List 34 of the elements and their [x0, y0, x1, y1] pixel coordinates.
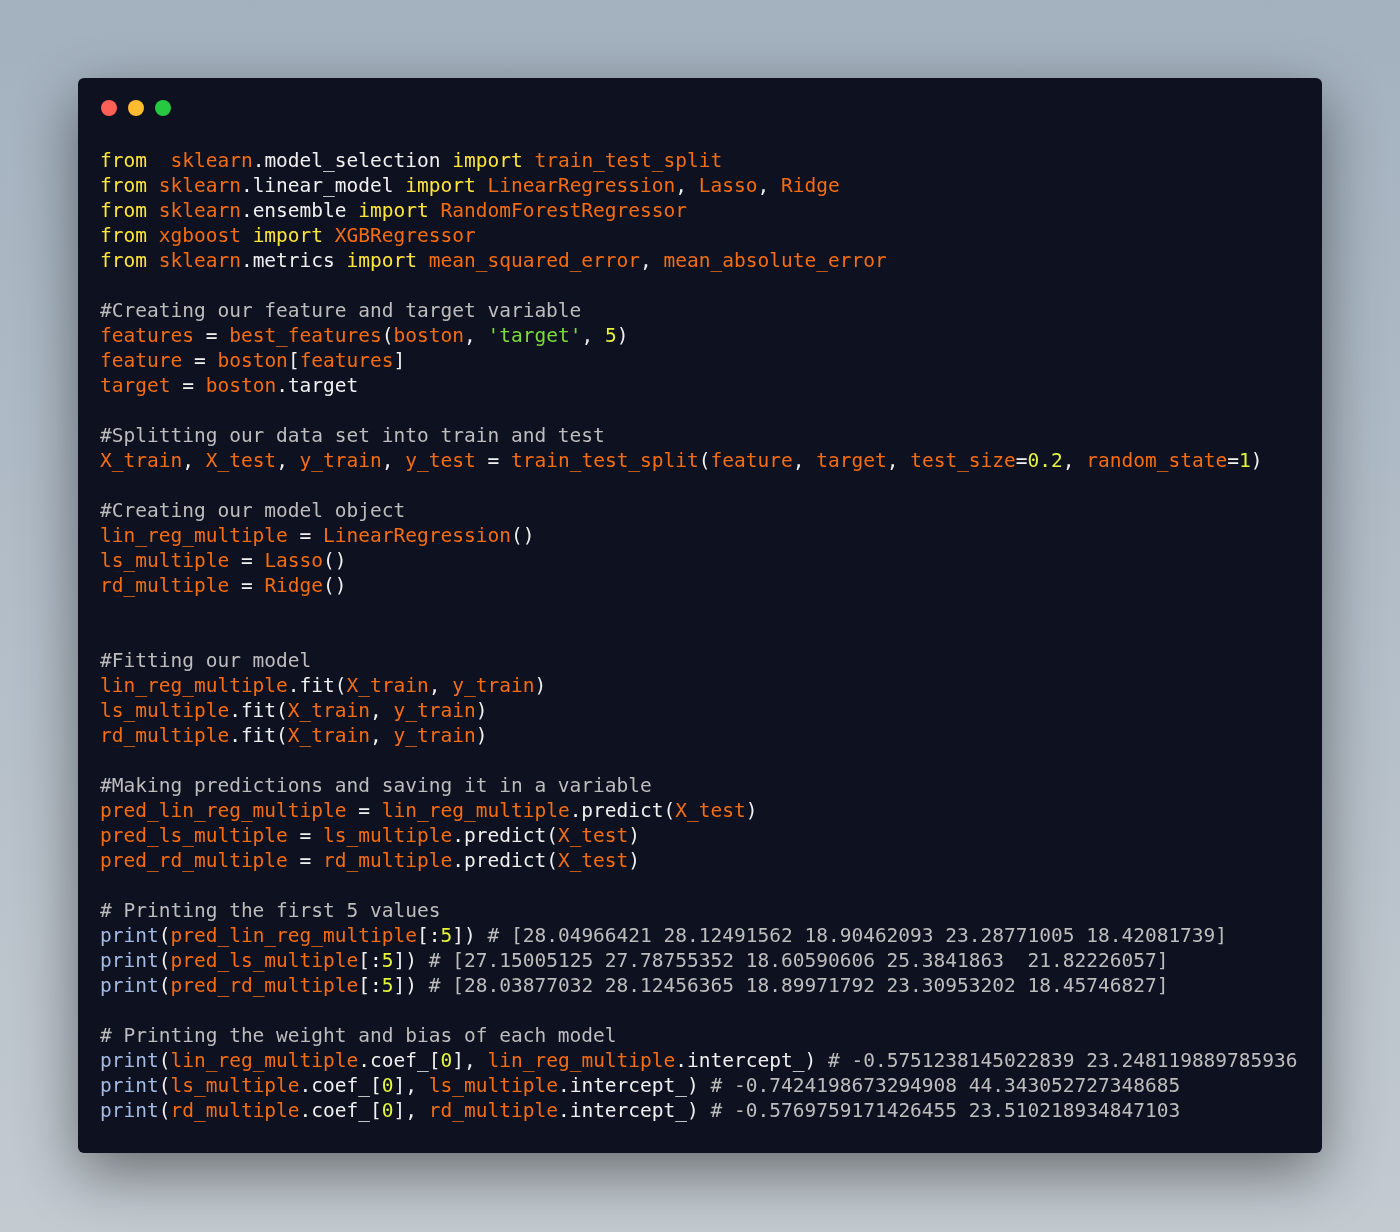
code-line: print(lin_reg_multiple.coef_[0], lin_reg_multiple.intercept_) # -0.5751238145022839 23.248119889785936	[100, 1049, 1298, 1072]
code-line: pred_lin_reg_multiple = lin_reg_multiple.predict(X_test)	[100, 799, 758, 822]
code-comment: #Making predictions and saving it in a variable	[100, 774, 652, 797]
code-line: from sklearn.ensemble import RandomForestRegressor	[100, 199, 688, 222]
code-line: from sklearn.model_selection import train_test_split	[100, 149, 723, 172]
code-comment: #Fitting our model	[100, 649, 312, 672]
code-line: ls_multiple = Lasso()	[100, 549, 347, 572]
code-comment: #Creating our feature and target variable	[100, 299, 582, 322]
maximize-button[interactable]	[155, 100, 171, 116]
code-line: print(rd_multiple.coef_[0], rd_multiple.intercept_) # -0.5769759171426455 23.510218934847103	[100, 1099, 1181, 1122]
code-line: from xgboost import XGBRegressor	[100, 224, 476, 247]
code-line: feature = boston[features]	[100, 349, 406, 372]
code-comment: # Printing the weight and bias of each model	[100, 1024, 617, 1047]
code-line: target = boston.target	[100, 374, 359, 397]
code-comment: # Printing the first 5 values	[100, 899, 441, 922]
minimize-button[interactable]	[128, 100, 144, 116]
code-line: rd_multiple.fit(X_train, y_train)	[100, 724, 488, 747]
code-line: from sklearn.metrics import mean_squared_error, mean_absolute_error	[100, 249, 887, 272]
code-line: ls_multiple.fit(X_train, y_train)	[100, 699, 488, 722]
code-line: features = best_features(boston, 'target', 5)	[100, 324, 629, 347]
code-line: lin_reg_multiple.fit(X_train, y_train)	[100, 674, 547, 697]
code-comment: #Creating our model object	[100, 499, 406, 522]
code-line: X_train, X_test, y_train, y_test = train_test_split(feature, target, test_size=0.2, random_state=1)	[100, 449, 1263, 472]
code-comment: #Splitting our data set into train and test	[100, 424, 605, 447]
close-button[interactable]	[101, 100, 117, 116]
code-line: print(pred_ls_multiple[:5]) # [27.15005125 27.78755352 18.60590606 25.3841863 21.82226057]	[100, 949, 1169, 972]
code-line: lin_reg_multiple = LinearRegression()	[100, 524, 535, 547]
code-line: from sklearn.linear_model import LinearRegression, Lasso, Ridge	[100, 174, 840, 197]
code-line: print(pred_lin_reg_multiple[:5]) # [28.04966421 28.12491562 18.90462093 23.28771005 18.42081739]	[100, 924, 1228, 947]
code-line: pred_rd_multiple = rd_multiple.predict(X_test)	[100, 849, 641, 872]
code-line: pred_ls_multiple = ls_multiple.predict(X_test)	[100, 824, 641, 847]
code-line: print(ls_multiple.coef_[0], ls_multiple.intercept_) # -0.7424198673294908 44.343052727348685	[100, 1074, 1181, 1097]
code-line: rd_multiple = Ridge()	[100, 574, 347, 597]
code-line: print(pred_rd_multiple[:5]) # [28.03877032 28.12456365 18.89971792 23.30953202 18.45746827]	[100, 974, 1169, 997]
